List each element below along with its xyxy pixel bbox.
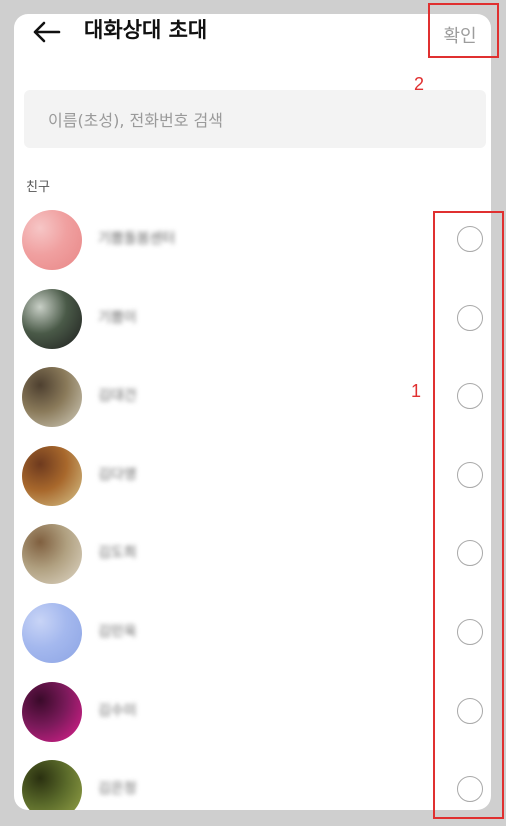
select-radio[interactable] <box>457 697 483 724</box>
select-radio[interactable] <box>457 776 483 803</box>
friend-name: 김은정 <box>98 781 137 798</box>
avatar <box>22 210 82 270</box>
confirm-button[interactable]: 확인 <box>429 14 491 56</box>
friend-name: 김도희 <box>98 545 137 562</box>
back-button[interactable] <box>26 16 66 48</box>
annotation-number-2: 2 <box>414 74 425 94</box>
search-input[interactable]: 이름(초성), 전화번호 검색 <box>24 90 486 148</box>
select-radio[interactable] <box>457 226 483 252</box>
friend-name: 김민욱 <box>98 624 137 640</box>
search-placeholder: 이름(초성), 전화번호 검색 <box>48 111 223 130</box>
arrow-left-icon <box>33 21 61 43</box>
avatar <box>22 445 82 506</box>
friend-row[interactable]: 김다영 <box>14 442 491 508</box>
select-radio[interactable] <box>457 304 483 331</box>
header: 대화상대 초대 확인 <box>14 14 491 74</box>
invite-screen: 대화상대 초대 확인 이름(초성), 전화번호 검색 친구 기쁨돌봄센터기쁨이김… <box>14 14 491 810</box>
friend-name: 기쁨돌봄센터 <box>98 231 176 247</box>
friend-row[interactable]: 김은정 <box>14 756 491 810</box>
friend-row[interactable]: 김민욱 <box>14 599 491 665</box>
select-radio[interactable] <box>457 461 483 488</box>
avatar <box>22 681 82 742</box>
page-title: 대화상대 초대 <box>84 18 208 42</box>
friend-row[interactable]: 기쁨돌봄센터 <box>14 206 491 272</box>
select-radio[interactable] <box>457 619 483 645</box>
select-radio[interactable] <box>457 383 483 410</box>
friend-row[interactable]: 김수미 <box>14 678 491 744</box>
avatar <box>22 760 82 810</box>
friend-name: 김다영 <box>98 466 137 483</box>
friend-row[interactable]: 기쁨이 <box>14 285 491 351</box>
friend-row[interactable]: 김도희 <box>14 520 491 586</box>
avatar <box>22 603 82 663</box>
section-label-friends: 친구 <box>26 180 50 195</box>
annotation-number-1: 1 <box>411 381 422 401</box>
avatar <box>22 367 82 428</box>
friend-name: 김수미 <box>98 702 137 719</box>
friend-name: 기쁨이 <box>98 309 137 326</box>
avatar <box>22 288 82 349</box>
select-radio[interactable] <box>457 540 483 567</box>
friend-name: 김대건 <box>98 388 137 405</box>
avatar <box>22 524 82 585</box>
